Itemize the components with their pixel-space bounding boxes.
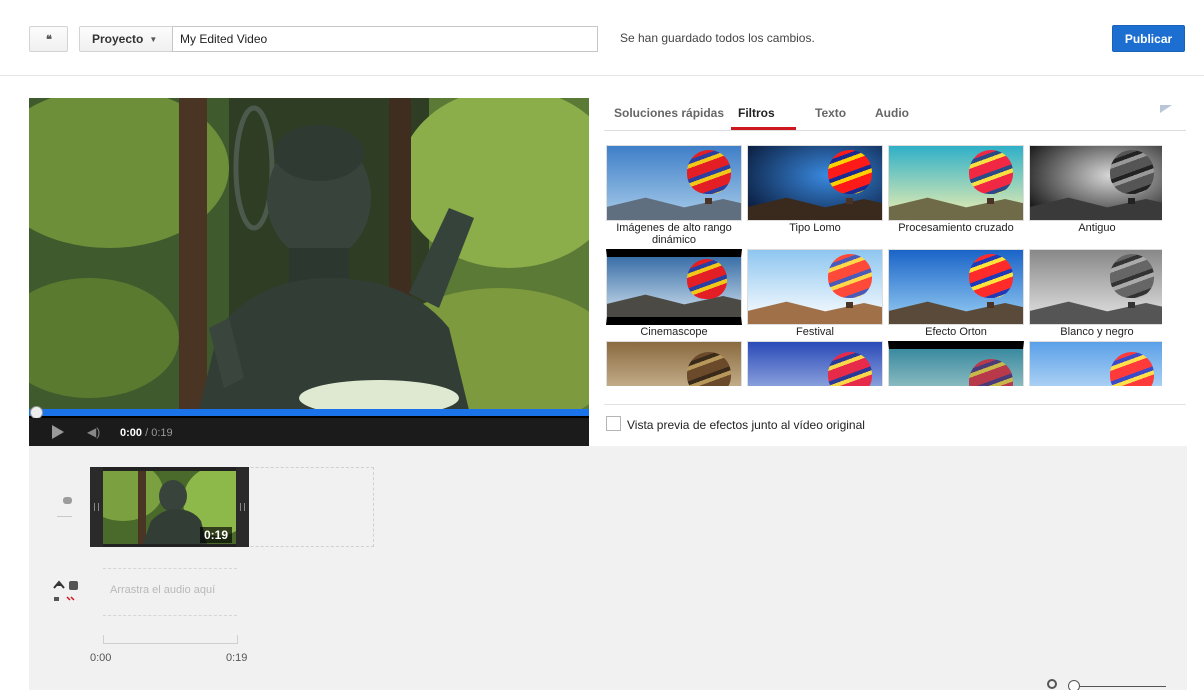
preview-side-by-side-label: Vista previa de efectos junto al vídeo o… xyxy=(627,418,865,432)
zoom-icon xyxy=(1047,679,1057,689)
audio-track-icon xyxy=(53,580,78,601)
audio-drop-hint: Arrastra el audio aquí xyxy=(110,584,216,596)
tab-audio[interactable]: Audio xyxy=(875,106,909,120)
filter-label: Tipo Lomo xyxy=(789,222,841,234)
filter-thumbnail xyxy=(888,145,1024,221)
ruler-end-label: 0:19 xyxy=(226,652,248,664)
filter-thumbnail xyxy=(606,249,742,325)
timeline-ruler xyxy=(103,643,237,644)
publish-button[interactable]: Publicar xyxy=(1112,25,1185,52)
filter-festival[interactable]: Festival xyxy=(747,249,883,338)
filter-label: Festival xyxy=(796,326,834,338)
filter-sepia[interactable] xyxy=(606,341,742,386)
filter-label: Efecto Orton xyxy=(925,326,987,338)
filters-divider xyxy=(604,404,1186,405)
filter-label: Procesamiento cruzado xyxy=(898,222,1014,234)
filter-thumbnail xyxy=(606,145,742,221)
filter-thumbnail xyxy=(1029,249,1162,325)
timeline-zoom-slider[interactable] xyxy=(1072,686,1166,687)
caret-down-icon: ▼ xyxy=(149,34,158,44)
ruler-tick xyxy=(237,635,238,644)
filter-label: Cinemascope xyxy=(640,326,708,338)
filter-more-3[interactable] xyxy=(888,341,1024,386)
audio-drop-zone[interactable] xyxy=(103,553,237,650)
video-preview[interactable] xyxy=(29,98,589,446)
player-controls: ◀) 0:00 / 0:19 xyxy=(29,418,589,446)
preview-side-by-side-checkbox[interactable] xyxy=(606,416,621,431)
current-time: 0:00 xyxy=(120,427,143,439)
project-menu-label: Proyecto xyxy=(92,32,144,46)
filter-thumbnail xyxy=(888,249,1024,325)
tab-filters[interactable]: Filtros xyxy=(738,106,775,120)
filter-vintage[interactable]: Antiguo xyxy=(1029,145,1162,234)
filter-thumbnail xyxy=(606,341,742,386)
filter-thumbnail xyxy=(747,341,883,386)
editor-tabs: Soluciones rápidas Filtros Texto Audio xyxy=(604,98,1186,131)
flag-icon[interactable] xyxy=(1160,105,1172,113)
filter-label: Antiguo xyxy=(1078,222,1116,234)
zoom-slider-knob[interactable] xyxy=(1068,680,1080,690)
filter-hdr[interactable]: Imágenes de alto rango dinámico xyxy=(606,145,742,246)
tab-text[interactable]: Texto xyxy=(815,106,846,120)
filter-label: Imágenes de alto rango dinámico xyxy=(616,222,732,246)
video-track-icon xyxy=(63,497,72,504)
filters-grid: Imágenes de alto rango dinámico Tipo Lom… xyxy=(604,141,1162,386)
filter-cross-processing[interactable]: Procesamiento cruzado xyxy=(888,145,1024,234)
project-title-input[interactable] xyxy=(172,26,598,52)
clip-trim-handle-left[interactable] xyxy=(90,467,103,547)
clip-duration-badge: 0:19 xyxy=(200,527,233,543)
tab-quick-fixes[interactable]: Soluciones rápidas xyxy=(614,106,724,120)
play-icon[interactable] xyxy=(52,425,64,439)
filter-black-white[interactable]: Blanco y negro xyxy=(1029,249,1162,338)
filter-thumbnail xyxy=(1029,341,1162,386)
save-status-text: Se han guardado todos los cambios. xyxy=(620,31,815,45)
filter-label: Blanco y negro xyxy=(1060,326,1134,338)
filter-thumbnail xyxy=(888,341,1024,386)
filter-thumbnail xyxy=(747,145,883,221)
video-progress-bar[interactable] xyxy=(29,409,589,416)
filter-thumbnail xyxy=(1029,145,1162,221)
back-quote-icon: ❝ xyxy=(46,33,52,46)
filter-more-4[interactable] xyxy=(1029,341,1162,386)
video-frame-image xyxy=(29,98,589,410)
clip-trim-handle-right[interactable] xyxy=(236,467,249,547)
filter-orton[interactable]: Efecto Orton xyxy=(888,249,1024,338)
time-readout: 0:00 / 0:19 xyxy=(120,427,173,439)
back-button[interactable]: ❝ xyxy=(29,26,68,52)
project-menu-button[interactable]: Proyecto ▼ xyxy=(79,26,173,52)
ruler-start-label: 0:00 xyxy=(90,652,112,664)
total-time: / 0:19 xyxy=(142,427,173,439)
filter-lomo[interactable]: Tipo Lomo xyxy=(747,145,883,234)
ruler-tick xyxy=(103,635,104,644)
active-tab-indicator xyxy=(731,127,796,130)
volume-icon[interactable]: ◀) xyxy=(87,425,100,439)
video-track-divider xyxy=(57,516,72,517)
filter-more-2[interactable] xyxy=(747,341,883,386)
filter-thumbnail xyxy=(747,249,883,325)
filter-cinemascope[interactable]: Cinemascope xyxy=(606,249,742,338)
